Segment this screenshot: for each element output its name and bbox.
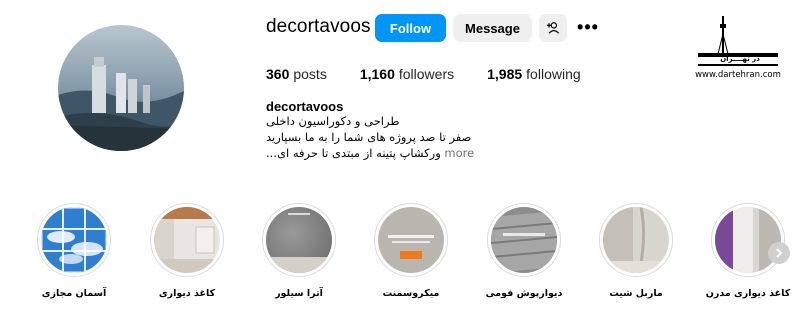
profile-username: decortavoos (266, 16, 371, 37)
highlight-ring (711, 203, 785, 277)
highlight-ring (150, 203, 224, 277)
highlight-item[interactable]: کاغذ دیواری مدرن (706, 203, 790, 299)
posts-stat: 360 posts (266, 66, 327, 82)
chevron-right-icon (776, 248, 783, 258)
highlight-label: میکروسمنت (382, 288, 440, 299)
following-label: following (526, 66, 581, 82)
highlight-label: کاغذ دیواری مدرن (705, 288, 791, 299)
highlight-label: کاغذ دیواری (158, 288, 216, 299)
watermark-title: در تهــــران (720, 55, 760, 63)
tower-logo: در تهــــران (698, 16, 778, 66)
following-count: 1,985 (487, 66, 523, 82)
bio-line-3: ...ورکشاپ پتینه از مبتدی تا حرفه ای (266, 146, 441, 160)
highlight-cover (41, 207, 107, 273)
bio-line-2: صفر تا صد پروژه های شما را به ما بسپارید (266, 130, 472, 144)
posts-label: posts (293, 66, 327, 82)
message-button[interactable]: Message (453, 14, 532, 42)
add-user-icon (546, 22, 560, 34)
following-stat[interactable]: 1,985 following (487, 66, 581, 82)
highlight-ring (374, 203, 448, 277)
followers-count: 1,160 (359, 66, 395, 82)
highlight-item[interactable]: میکروسمنت (374, 203, 448, 299)
highlight-cover (603, 207, 669, 273)
highlight-ring (37, 203, 111, 277)
highlight-label: آترا سیلور (275, 288, 323, 299)
highlight-item[interactable]: آترا سیلور (262, 203, 336, 299)
highlight-item[interactable]: آسمان مجازی (37, 203, 111, 299)
avatar-image (58, 25, 184, 151)
more-dots-icon: ••• (577, 16, 599, 37)
highlight-item[interactable]: ماربل شیت (599, 203, 673, 299)
highlight-ring (262, 203, 336, 277)
highlight-ring (599, 203, 673, 277)
highlight-cover (154, 207, 220, 273)
highlight-cover (378, 207, 444, 273)
highlight-label: ماربل شیت (609, 288, 663, 299)
highlight-ring (487, 203, 561, 277)
highlight-item[interactable]: دیوارپوش فومی (486, 203, 562, 299)
bio-more-link[interactable]: more (444, 146, 474, 160)
highlight-label: دیوارپوش فومی (485, 288, 563, 299)
followers-label: followers (398, 66, 455, 82)
highlight-cover (266, 207, 332, 273)
watermark: در تهــــران www.dartehran.com (693, 10, 783, 90)
suggested-accounts-button[interactable] (539, 14, 567, 42)
highlight-item[interactable]: کاغذ دیواری (150, 203, 224, 299)
watermark-url: www.dartehran.com (695, 70, 781, 80)
highlights-next-button[interactable] (768, 242, 790, 264)
bio-line-1: طراحی و دکوراسیون داخلی (266, 114, 400, 128)
followers-stat[interactable]: 1,160 followers (360, 66, 454, 82)
profile-avatar[interactable] (58, 25, 184, 151)
more-options-button[interactable]: ••• (573, 13, 603, 41)
bio-line-3-container: ...ورکشاپ پتینه از مبتدی تا حرفه ای more (266, 146, 474, 160)
bio-display-name: decortavoos (266, 99, 344, 114)
highlight-label: آسمان مجازی (41, 288, 107, 299)
profile-stats: 360 posts 1,160 followers 1,985 following (266, 66, 614, 82)
posts-count: 360 (266, 66, 290, 82)
highlight-cover (491, 207, 557, 273)
highlight-cover (715, 207, 781, 273)
follow-button[interactable]: Follow (375, 14, 446, 42)
